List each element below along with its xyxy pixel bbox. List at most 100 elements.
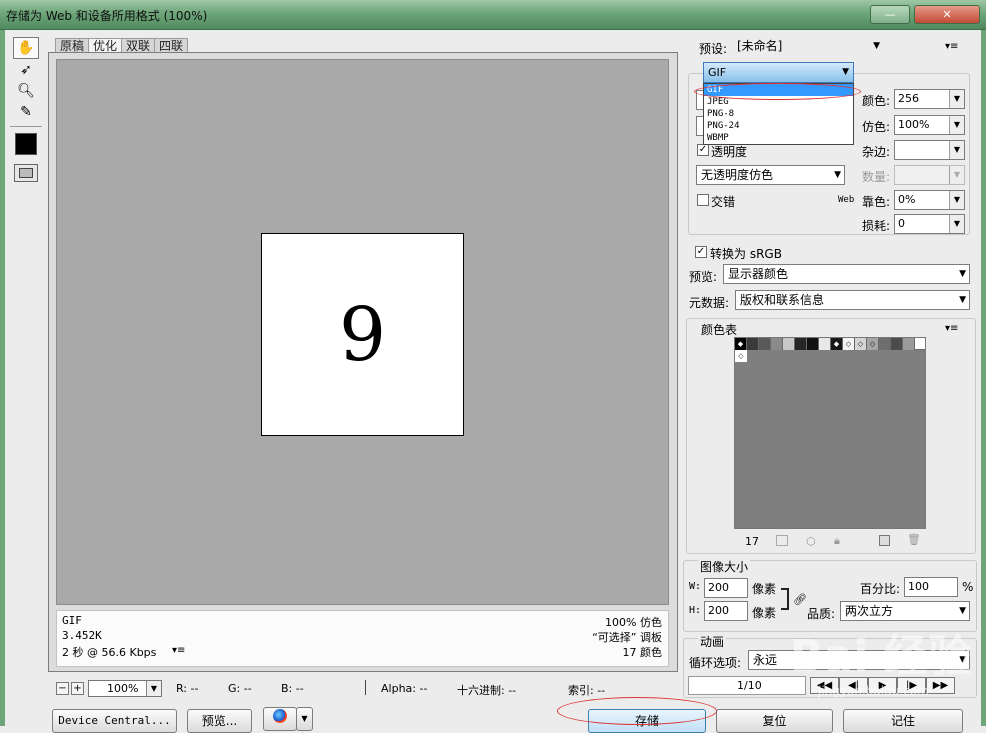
lock-color-icon[interactable]: 🔒︎ xyxy=(834,534,840,548)
convert-srgb-checkbox[interactable]: ✓ xyxy=(695,246,707,258)
color-swatch[interactable] xyxy=(759,338,771,350)
chevron-down-icon[interactable]: ▼ xyxy=(949,116,964,134)
toggle-slices-visibility-icon[interactable] xyxy=(14,164,38,182)
zoom-level-value: 100% xyxy=(107,682,139,695)
preview-in-browser-button[interactable]: 预览... xyxy=(187,709,252,733)
preset-select[interactable]: [未命名] ▼ xyxy=(733,37,883,57)
chevron-down-icon[interactable]: ▼ xyxy=(949,215,964,233)
reset-button[interactable]: 复位 xyxy=(716,709,833,733)
browser-icon[interactable] xyxy=(263,707,297,731)
transparency-checkbox[interactable]: ✓ xyxy=(697,144,709,156)
matte-combo[interactable]: ▼ xyxy=(894,140,965,160)
delete-color-icon[interactable]: 🗑︎ xyxy=(907,533,921,546)
color-table-menu-icon[interactable]: ▾≡ xyxy=(945,323,958,334)
color-swatch[interactable]: ◇ xyxy=(735,350,747,362)
color-swatch[interactable] xyxy=(747,338,759,350)
interlaced-checkbox[interactable] xyxy=(697,194,709,206)
web-snap-label: 靠色: xyxy=(862,195,891,209)
transparency-dither-value: 无透明度仿色 xyxy=(701,168,774,182)
color-swatch[interactable] xyxy=(795,338,807,350)
remember-button[interactable]: 记住 xyxy=(843,709,963,733)
save-highlight-ellipse xyxy=(557,697,717,725)
device-central-button[interactable]: Device Central... xyxy=(52,709,177,733)
color-swatch[interactable] xyxy=(819,338,831,350)
zoom-out-button[interactable]: − xyxy=(56,682,69,695)
view-tabs: 原稿 优化 双联 四联 xyxy=(55,38,189,53)
web-shift-icon[interactable]: ⬡ xyxy=(806,535,816,548)
colors-combo[interactable]: 256 ▼ xyxy=(894,89,965,109)
color-swatch[interactable]: ◆ xyxy=(735,338,747,350)
chevron-down-icon: ▼ xyxy=(959,606,966,616)
status-red: R: -- xyxy=(176,682,199,695)
lossy-value: 0 xyxy=(898,217,905,230)
zoom-level-select[interactable]: 100% ▼ xyxy=(88,680,162,697)
format-option-png24[interactable]: PNG-24 xyxy=(704,120,853,132)
metadata-select[interactable]: 版权和联系信息 ▼ xyxy=(735,290,970,310)
chevron-down-icon[interactable]: ▼ xyxy=(949,90,964,108)
transparency-dither-select[interactable]: 无透明度仿色 ▼ xyxy=(696,165,845,185)
tab-optimized[interactable]: 优化 xyxy=(88,38,123,53)
info-dither: 100% 仿色 xyxy=(605,616,662,629)
color-swatch-row: ◆ ◆ ◇ ◇ ◇ ◇ xyxy=(735,338,925,362)
chevron-down-icon[interactable]: ▼ xyxy=(949,191,964,209)
dither-combo[interactable]: 100% ▼ xyxy=(894,115,965,135)
percent-label: 百分比: xyxy=(860,582,901,596)
preset-label: 预设: xyxy=(699,42,728,56)
width-unit: 像素 xyxy=(752,582,777,596)
download-speed-menu-icon[interactable]: ▾≡ xyxy=(172,645,185,656)
optimize-menu-icon[interactable]: ▾≡ xyxy=(945,41,958,52)
color-table-grid[interactable]: ◆ ◆ ◇ ◇ ◇ ◇ xyxy=(734,337,926,529)
chevron-down-icon[interactable]: ▼ xyxy=(146,681,161,696)
slice-select-tool-icon[interactable]: ➶ xyxy=(13,59,39,81)
new-color-icon[interactable] xyxy=(879,535,890,546)
watermark-url: jingyan.baidu.com xyxy=(818,684,929,698)
metadata-label: 元数据: xyxy=(689,296,730,310)
colors-value: 256 xyxy=(898,92,919,105)
color-swatch[interactable]: ◇ xyxy=(855,338,867,350)
tab-2-up[interactable]: 双联 xyxy=(121,38,156,53)
transparency-label: 透明度 xyxy=(711,145,748,159)
tab-original[interactable]: 原稿 xyxy=(55,38,90,53)
format-option-png8[interactable]: PNG-8 xyxy=(704,108,853,120)
tab-4-up[interactable]: 四联 xyxy=(154,38,189,53)
quality-value: 两次立方 xyxy=(845,604,894,618)
color-swatch[interactable]: ◇ xyxy=(867,338,879,350)
browser-menu-chevron-icon[interactable]: ▼ xyxy=(296,707,313,731)
format-option-wbmp[interactable]: WBMP xyxy=(704,132,853,144)
minimize-button[interactable]: — xyxy=(870,5,910,24)
preview-info-panel: GIF 3.452K 2 秒 @ 56.6 Kbps ▾≡ 100% 仿色 “可… xyxy=(56,610,669,667)
percent-input[interactable]: 100 xyxy=(904,577,958,597)
preview-mode-select[interactable]: 显示器颜色 ▼ xyxy=(723,264,970,284)
info-file-size: 3.452K xyxy=(62,629,102,642)
lossy-combo[interactable]: 0 ▼ xyxy=(894,214,965,234)
zoom-in-button[interactable]: + xyxy=(71,682,84,695)
info-colors: 17 颜色 xyxy=(622,646,663,659)
format-select[interactable]: GIF ▼ xyxy=(703,62,854,83)
window-frame-right xyxy=(981,30,986,726)
hand-tool-icon[interactable]: ✋ xyxy=(13,37,39,59)
width-input[interactable]: 200 xyxy=(704,578,748,598)
color-swatch[interactable]: ◇ xyxy=(843,338,855,350)
eyedropper-color-swatch[interactable] xyxy=(15,133,37,155)
height-unit: 像素 xyxy=(752,606,777,620)
link-icon[interactable]: 🔗︎ xyxy=(793,593,807,606)
color-swatch[interactable] xyxy=(879,338,891,350)
height-input[interactable]: 200 xyxy=(704,601,748,621)
preview-image[interactable]: 9 xyxy=(261,233,464,436)
map-to-transparent-icon[interactable] xyxy=(776,535,788,546)
info-download-time: 2 秒 @ 56.6 Kbps xyxy=(62,646,157,659)
chevron-down-icon[interactable]: ▼ xyxy=(949,141,964,159)
web-snap-combo[interactable]: 0% ▼ xyxy=(894,190,965,210)
color-swatch[interactable] xyxy=(903,338,915,350)
info-palette: “可选择” 调板 xyxy=(592,631,662,644)
quality-select[interactable]: 两次立方 ▼ xyxy=(840,601,970,621)
color-swatch[interactable] xyxy=(891,338,903,350)
color-swatch[interactable] xyxy=(807,338,819,350)
dither-value: 100% xyxy=(898,118,930,131)
color-swatch[interactable] xyxy=(771,338,783,350)
close-button[interactable]: ✕ xyxy=(914,5,980,24)
color-swatch[interactable]: ◆ xyxy=(831,338,843,350)
zoom-tool-icon[interactable]: 🔍︎ xyxy=(13,80,39,102)
eyedropper-tool-icon[interactable]: ✎ xyxy=(13,101,39,123)
color-swatch[interactable] xyxy=(783,338,795,350)
